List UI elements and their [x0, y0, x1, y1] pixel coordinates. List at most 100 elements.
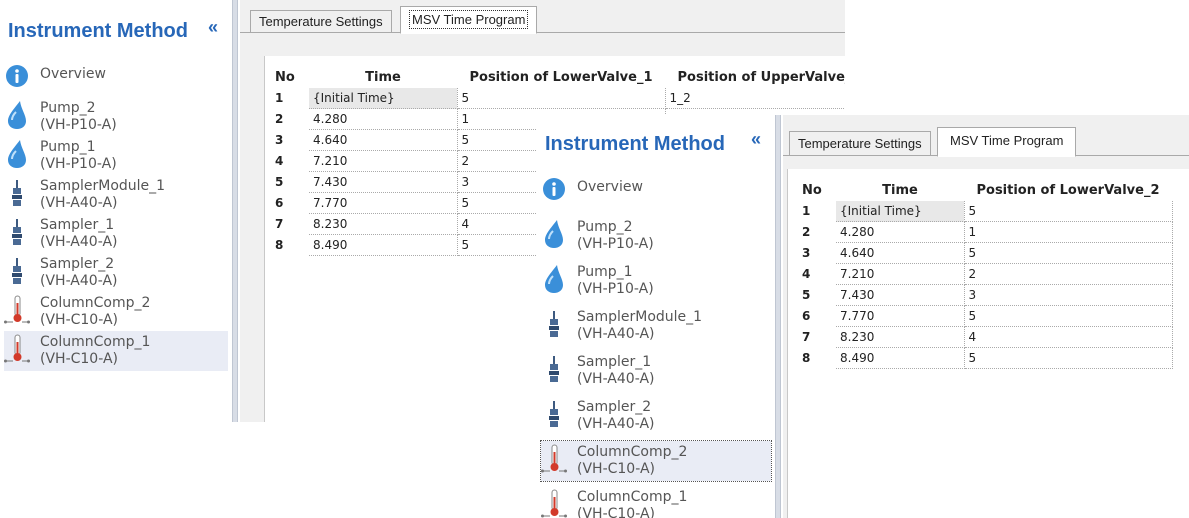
sidebar-item-samplermodule-1[interactable]: SamplerModule_1 (VH-A40-A)	[541, 306, 771, 346]
table-cell[interactable]: 4.640	[836, 242, 965, 264]
device-model: (VH-P10-A)	[577, 236, 654, 252]
table-cell[interactable]: 5	[457, 88, 666, 109]
table-row[interactable]: 4 7.210 2	[798, 263, 1173, 285]
tab-temperature-settings[interactable]: Temperature Settings	[789, 131, 931, 156]
sidebar-title: Instrument Method	[8, 20, 188, 42]
table-cell[interactable]: 5	[964, 242, 1173, 264]
table-row[interactable]: 2 4.280 1	[798, 221, 1173, 243]
sidebar-item-columncomp-1[interactable]: ColumnComp_1 (VH-C10-A)	[541, 486, 771, 518]
table-cell[interactable]: 8.490	[309, 234, 458, 256]
sidebar-item-pump-1[interactable]: Pump_1 (VH-P10-A)	[541, 261, 771, 301]
pump-drop-icon	[541, 216, 567, 252]
device-name: ColumnComp_2	[577, 444, 688, 460]
table-row[interactable]: 1 {Initial Time} 5	[798, 201, 1173, 222]
sidebar-item-pump-1[interactable]: Pump_1 (VH-P10-A)	[4, 136, 228, 176]
front-splitter[interactable]	[775, 115, 781, 518]
table-cell[interactable]: 7.210	[309, 150, 458, 172]
row-number: 7	[802, 330, 811, 344]
column-header[interactable]: Position of LowerValve_2	[964, 179, 1172, 201]
row-number: 7	[275, 217, 284, 231]
table-row[interactable]: 8 8.490 5	[798, 347, 1173, 369]
collapse-sidebar-button[interactable]: «	[751, 129, 761, 150]
sidebar-item-columncomp-1[interactable]: ColumnComp_1 (VH-C10-A)	[4, 331, 228, 371]
table-row[interactable]: 1 {Initial Time} 5 1_2	[271, 88, 845, 109]
row-number: 3	[802, 246, 811, 260]
sidebar-item-pump-2[interactable]: Pump_2 (VH-P10-A)	[4, 97, 228, 137]
table-row[interactable]: 3 4.640 5	[798, 242, 1173, 264]
device-model: (VH-C10-A)	[577, 506, 655, 518]
device-model: (VH-P10-A)	[40, 156, 117, 172]
table-cell[interactable]: 4	[964, 326, 1173, 348]
table-row[interactable]: 5 7.430 3	[798, 284, 1173, 306]
device-model: (VH-A40-A)	[577, 416, 655, 432]
device-name: Sampler_2	[40, 256, 115, 272]
table-row[interactable]: 6 7.770 5	[798, 305, 1173, 327]
table-row[interactable]: 7 8.230 4	[798, 326, 1173, 348]
sidebar-item-sampler-2[interactable]: Sampler_2 (VH-A40-A)	[4, 253, 228, 293]
row-number: 6	[275, 196, 284, 210]
column-header[interactable]: Position of UpperValve_1	[665, 66, 845, 88]
table-cell[interactable]: 5	[964, 347, 1173, 369]
table-cell[interactable]: 8.230	[309, 213, 458, 235]
sidebar-item-samplermodule-1[interactable]: SamplerModule_1 (VH-A40-A)	[4, 175, 228, 215]
column-header[interactable]: Time	[309, 66, 457, 88]
device-name: Pump_1	[577, 264, 633, 280]
sidebar-item-overview[interactable]: Overview	[4, 58, 228, 98]
tab-msv-time-program[interactable]: MSV Time Program	[937, 127, 1077, 157]
device-model: (VH-C10-A)	[577, 461, 655, 477]
sidebar-item-columncomp-2[interactable]: ColumnComp_2 (VH-C10-A)	[540, 440, 772, 482]
device-model: (VH-A40-A)	[577, 371, 655, 387]
table-cell[interactable]: 7.770	[836, 305, 965, 327]
sidebar-item-columncomp-2[interactable]: ColumnComp_2 (VH-C10-A)	[4, 292, 228, 332]
column-header[interactable]: Position of LowerValve_1	[457, 66, 665, 88]
column-header[interactable]: No	[798, 179, 836, 201]
sidebar-item-sampler-1[interactable]: Sampler_1 (VH-A40-A)	[4, 214, 228, 254]
device-model: (VH-P10-A)	[577, 281, 654, 297]
pump-drop-icon	[4, 136, 30, 172]
table-cell[interactable]: 7.770	[309, 192, 458, 214]
table-cell[interactable]: 4.280	[836, 221, 965, 243]
sidebar-item-label: Pump_2 (VH-P10-A)	[40, 97, 117, 134]
sidebar-item-overview[interactable]: Overview	[541, 171, 771, 211]
table-cell[interactable]: {Initial Time}	[836, 201, 965, 222]
table-cell[interactable]: 5	[964, 201, 1173, 222]
tab-temperature-settings[interactable]: Temperature Settings	[250, 10, 392, 33]
pump-drop-icon	[4, 97, 30, 133]
table-cell[interactable]: 7.210	[836, 263, 965, 285]
sidebar-item-sampler-2[interactable]: Sampler_2 (VH-A40-A)	[541, 396, 771, 436]
device-name: ColumnComp_1	[577, 489, 688, 505]
device-name: Overview	[40, 66, 106, 82]
row-number: 1	[275, 91, 284, 106]
sidebar-item-pump-2[interactable]: Pump_2 (VH-P10-A)	[541, 216, 771, 256]
front-grid-area: No Time Position of LowerValve_2 1 {Initial …	[787, 169, 1189, 518]
table-cell[interactable]: 5	[964, 305, 1173, 327]
sidebar-item-label: SamplerModule_1 (VH-A40-A)	[577, 306, 702, 343]
tab-msv-time-program[interactable]: MSV Time Program	[400, 6, 538, 34]
table-cell[interactable]: {Initial Time}	[309, 88, 458, 109]
table-cell[interactable]: 3	[964, 284, 1173, 306]
sampler-icon	[541, 306, 567, 342]
column-header[interactable]: Time	[836, 179, 964, 201]
table-cell[interactable]: 7.430	[836, 284, 965, 306]
back-sidebar: Instrument Method « Overview Pump_2 (VH-P1…	[0, 0, 232, 422]
table-cell[interactable]: 1	[964, 221, 1173, 243]
table-cell[interactable]: 8.490	[836, 347, 965, 369]
table-cell[interactable]: 1_2	[665, 88, 845, 109]
back-splitter[interactable]	[232, 0, 238, 422]
table-cell[interactable]: 2	[964, 263, 1173, 285]
sidebar-item-label: Sampler_2 (VH-A40-A)	[40, 253, 118, 290]
table-cell[interactable]: 4.640	[309, 129, 458, 151]
row-number: 2	[275, 112, 284, 126]
column-header[interactable]: No	[271, 66, 309, 88]
table-cell[interactable]: 7.430	[309, 171, 458, 193]
table-cell[interactable]: 4.280	[309, 108, 458, 130]
table-cell[interactable]: 8.230	[836, 326, 965, 348]
device-name: Pump_2	[577, 219, 633, 235]
pump-drop-icon	[541, 261, 567, 297]
collapse-sidebar-button[interactable]: «	[208, 17, 218, 38]
device-name: Sampler_2	[577, 399, 652, 415]
sidebar-item-sampler-1[interactable]: Sampler_1 (VH-A40-A)	[541, 351, 771, 391]
sidebar-item-label: Sampler_1 (VH-A40-A)	[40, 214, 118, 251]
sidebar-item-label: Overview	[40, 58, 106, 83]
sidebar-item-label: ColumnComp_1 (VH-C10-A)	[577, 486, 687, 518]
